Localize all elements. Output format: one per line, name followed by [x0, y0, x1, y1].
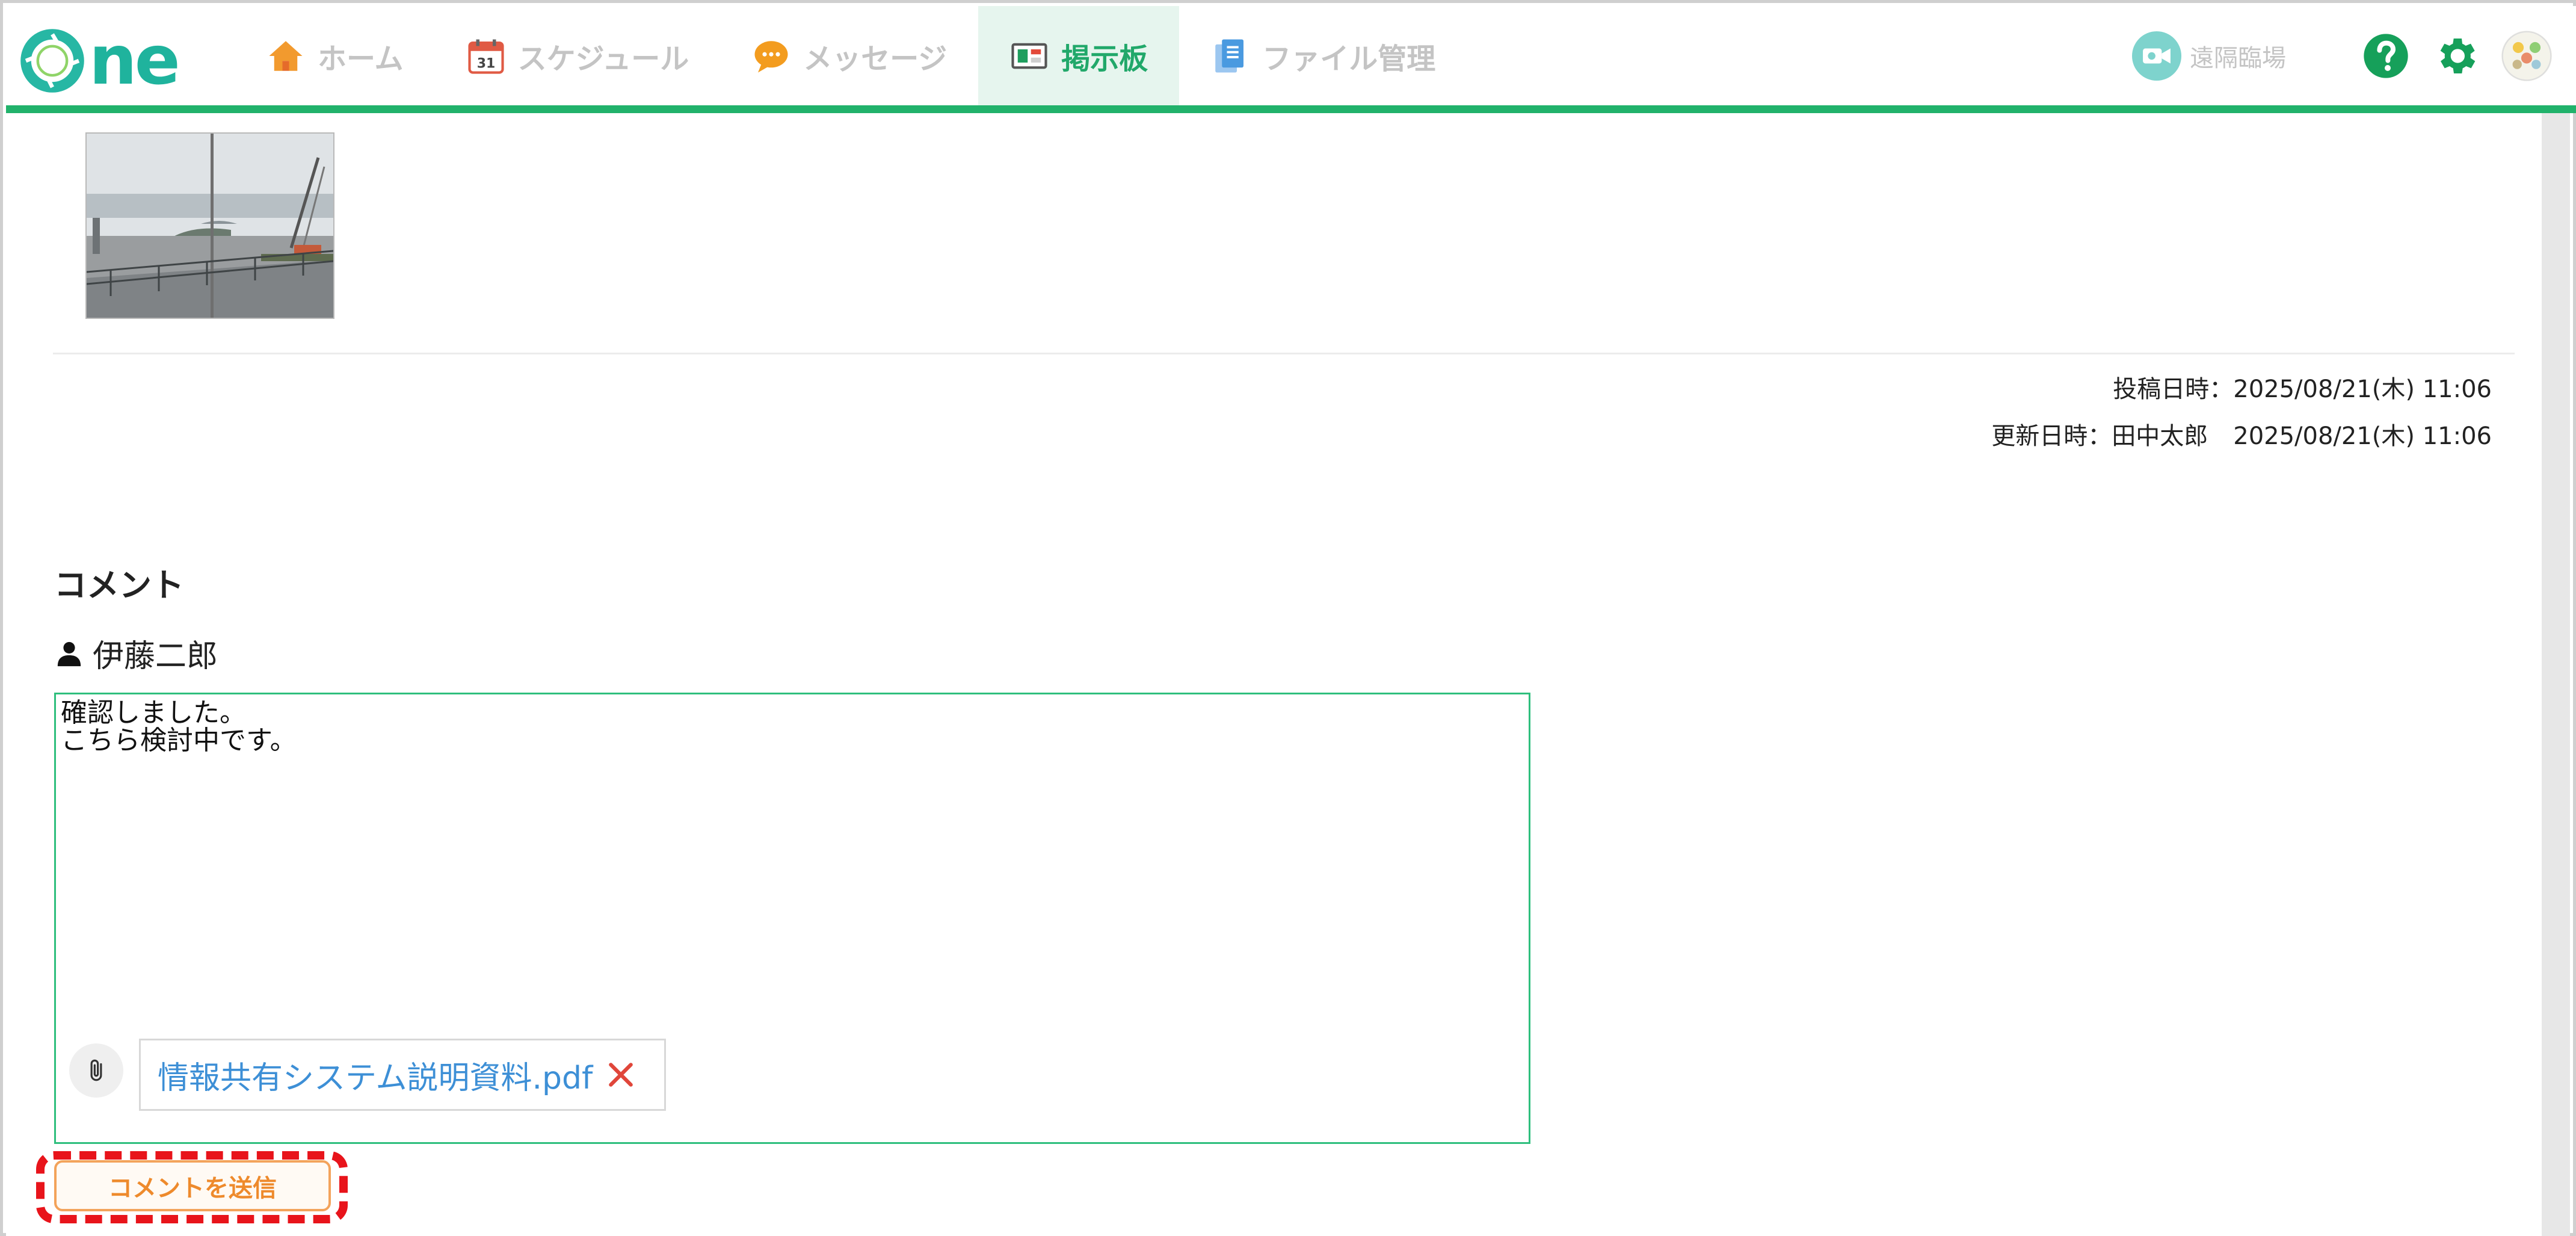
chat-bubble-icon	[754, 40, 788, 72]
house-icon	[269, 40, 303, 71]
remote-inspection-label: 遠隔臨場	[2190, 44, 2286, 72]
comment-author-name: 伊藤二郎	[93, 638, 218, 675]
nav-item-home[interactable]: ホーム	[235, 6, 435, 105]
attachment-file-link[interactable]: 情報共有システム説明資料.pdf	[158, 1052, 593, 1098]
nav-item-label: スケジュール	[517, 42, 689, 76]
attach-file-button[interactable]	[69, 1043, 123, 1098]
calendar-day-text: 31	[476, 56, 495, 71]
user-avatar-icon[interactable]	[2501, 30, 2552, 81]
nav-item-label: メッセージ	[803, 42, 948, 76]
nav-item-label: ファイル管理	[1262, 42, 1436, 76]
updated-datetime-label: 更新日時：	[1991, 422, 2112, 450]
nav-item-label: ホーム	[318, 42, 404, 76]
gear-icon[interactable]	[2432, 32, 2480, 80]
comment-textarea[interactable]: 確認しました。 こちら検討中です。 情報共有システム説明資料.pdf	[54, 693, 1530, 1144]
nav-item-schedule[interactable]: 31 スケジュール	[435, 6, 721, 105]
post-image-thumbnail[interactable]	[85, 132, 334, 319]
comment-author: 伊藤二郎	[55, 631, 218, 676]
video-camera-icon	[2132, 31, 2181, 81]
user-icon	[57, 641, 81, 666]
nav-item-label: 掲示板	[1061, 42, 1148, 76]
nav-item-messages[interactable]: メッセージ	[720, 6, 978, 105]
updated-by: 田中太郎	[2112, 422, 2208, 450]
question-circle-icon[interactable]	[2362, 32, 2410, 80]
posted-datetime: 投稿日時：2025/08/21(木) 11:06	[2113, 369, 2492, 404]
nav-item-file-management[interactable]: ファイル管理	[1179, 6, 1467, 105]
posted-datetime-value: 2025/08/21(木) 11:06	[2233, 375, 2492, 403]
remote-inspection-button[interactable]: 遠隔臨場	[2132, 31, 2286, 81]
bulletin-board-icon	[1011, 43, 1047, 69]
header-tools: 遠隔臨場	[2132, 6, 2552, 105]
logo-mark-icon	[20, 29, 84, 93]
calendar-icon: 31	[468, 39, 504, 74]
posted-datetime-label: 投稿日時：	[2113, 375, 2234, 403]
paperclip-icon	[90, 1059, 102, 1081]
post-detail-content: 投稿日時：2025/08/21(木) 11:06 更新日時：田中太郎 2025/0…	[6, 113, 2548, 1236]
comments-section-title: コメント	[54, 566, 184, 604]
top-bar: ne ホーム 31 スケジュール メッセージ 掲示板 ファイル管理 遠隔臨場	[6, 6, 2576, 113]
main-nav: ホーム 31 スケジュール メッセージ 掲示板 ファイル管理	[235, 6, 1467, 105]
remove-attachment-icon[interactable]	[606, 1060, 636, 1090]
updated-datetime-value: 2025/08/21(木) 11:06	[2233, 422, 2492, 450]
comment-draft-text[interactable]: 確認しました。 こちら検討中です。	[61, 699, 297, 755]
vertical-scrollbar[interactable]	[2542, 113, 2570, 1236]
content-divider	[53, 353, 2515, 354]
send-comment-button[interactable]: コメントを送信	[54, 1160, 331, 1211]
attachment-chip: 情報共有システム説明資料.pdf	[139, 1039, 666, 1111]
app-logo[interactable]: ne	[19, 22, 180, 100]
documents-icon	[1215, 39, 1244, 72]
updated-datetime: 更新日時：田中太郎 2025/08/21(木) 11:06	[1991, 416, 2492, 451]
nav-item-bulletin-board[interactable]: 掲示板	[978, 6, 1180, 105]
logo-text: ne	[89, 22, 180, 100]
